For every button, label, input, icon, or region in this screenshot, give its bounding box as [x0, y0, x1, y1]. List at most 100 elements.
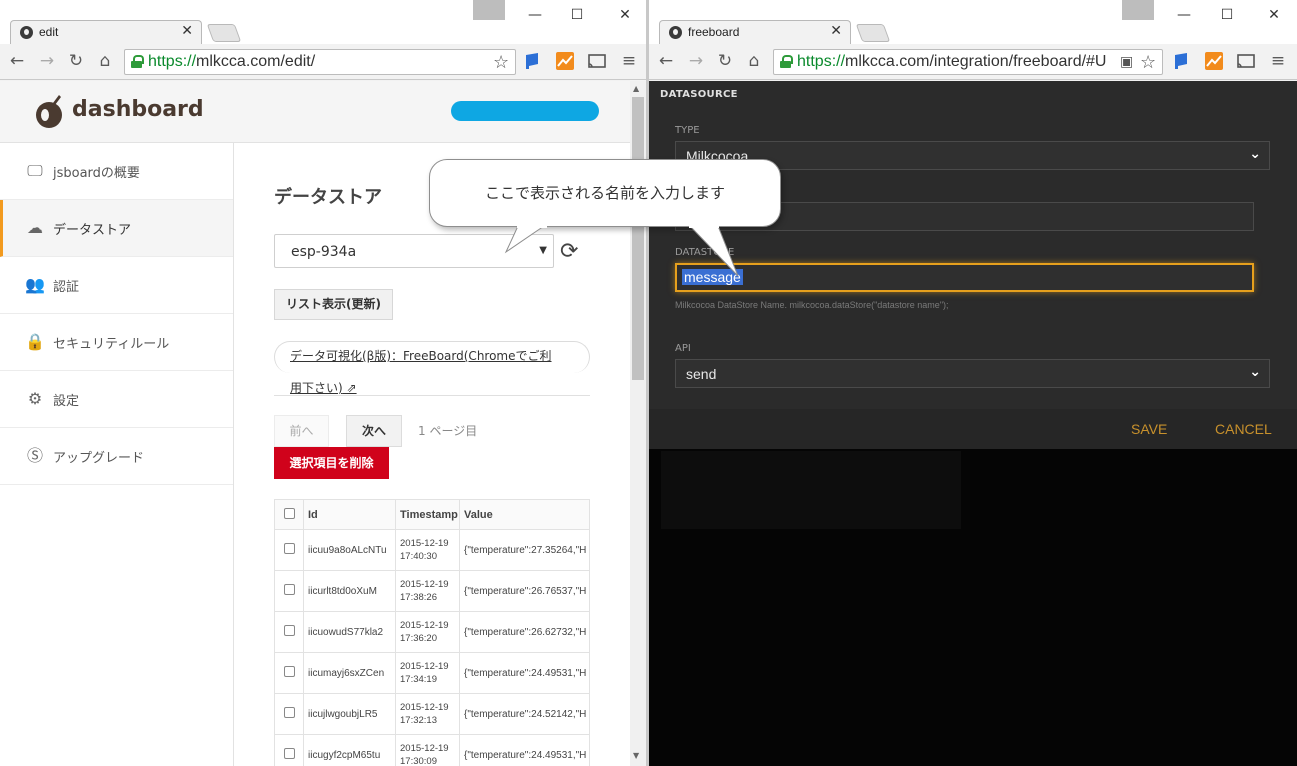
menu-icon[interactable]: ≡	[618, 50, 640, 72]
table-row[interactable]: iicugyf2cpM65tu 2015-12-19 17:30:09 {"tem…	[274, 734, 590, 766]
address-bar[interactable]: https://mlkcca.com/edit/ ☆	[124, 49, 516, 75]
new-tab-button[interactable]	[855, 24, 891, 42]
dialog-footer: SAVE CANCEL	[649, 409, 1297, 449]
next-page-button[interactable]: 次へ	[346, 415, 402, 447]
tab-edit[interactable]: edit ✕	[10, 20, 202, 44]
row-timestamp: 2015-12-19 17:36:20	[395, 611, 460, 653]
row-checkbox[interactable]	[283, 666, 295, 677]
row-value: {"temperature":26.76537,"H	[459, 570, 590, 612]
minimize-icon[interactable]: —	[520, 4, 550, 26]
close-window-icon[interactable]: ✕	[610, 4, 640, 26]
row-checkbox[interactable]	[283, 543, 295, 554]
freeboard-link-continued[interactable]: 用下さい) ⇗	[290, 379, 357, 396]
close-icon[interactable]: ✕	[830, 23, 842, 39]
home-icon[interactable]: ⌂	[94, 50, 116, 72]
row-value: {"temperature":24.49531,"H	[459, 734, 590, 766]
api-select-value: send	[686, 366, 717, 382]
right-browser-window: freeboard ✕ — ☐ ✕ ← → ↻ ⌂ https://mlkcca…	[649, 0, 1297, 766]
row-checkbox[interactable]	[283, 584, 295, 595]
menu-icon[interactable]: ≡	[1267, 50, 1289, 72]
sidebar-item-settings[interactable]: ⚙ 設定	[0, 371, 233, 428]
maximize-icon[interactable]: ☐	[562, 4, 592, 26]
scroll-up-icon[interactable]: ▲	[633, 84, 639, 93]
callout-text: ここで表示される名前を入力します	[484, 184, 725, 202]
extension-flag-icon[interactable]	[1172, 52, 1190, 70]
datastore-field[interactable]: message	[675, 263, 1254, 292]
tab-freeboard[interactable]: freeboard ✕	[659, 20, 851, 44]
widget-pane[interactable]	[661, 451, 961, 529]
new-tab-button[interactable]	[206, 24, 242, 42]
scroll-down-icon[interactable]: ▼	[633, 751, 639, 760]
table-row[interactable]: iicuowudS77kla2 2015-12-19 17:36:20 {"tem…	[274, 611, 590, 653]
back-arrow-icon[interactable]: ←	[655, 50, 677, 72]
window-grab-area[interactable]	[473, 0, 505, 20]
sidebar-item-overview[interactable]: 🖵 jsboardの概要	[0, 143, 233, 200]
extension-chart-icon[interactable]	[1205, 52, 1223, 70]
page-indicator: 1 ページ目	[418, 424, 478, 438]
chevron-down-icon: ⌄	[1249, 364, 1261, 380]
delete-selected-button[interactable]: 選択項目を削除	[274, 447, 389, 479]
url-text: https://mlkcca.com/edit/	[148, 53, 316, 70]
back-arrow-icon[interactable]: ←	[6, 50, 28, 72]
sidebar-item-auth[interactable]: 👥 認証	[0, 257, 233, 314]
close-icon[interactable]: ✕	[181, 23, 193, 39]
dialog-title: DATASOURCE	[660, 89, 738, 100]
api-label: API	[675, 343, 691, 354]
browser-toolbar: ← → ↻ ⌂ https://mlkcca.com/edit/ ☆ ≡	[0, 44, 646, 80]
lock-icon	[780, 55, 793, 68]
datastore-hint: Milkcocoa DataStore Name. milkcocoa.data…	[675, 300, 949, 310]
cancel-button[interactable]: CANCEL	[1215, 421, 1272, 437]
reload-icon[interactable]: ↻	[714, 50, 736, 72]
url-text: https://mlkcca.com/integration/freeboard…	[797, 53, 1107, 70]
cast-icon[interactable]	[588, 52, 606, 70]
extension-chart-icon[interactable]	[556, 52, 574, 70]
home-icon[interactable]: ⌂	[743, 50, 765, 72]
row-timestamp: 2015-12-19 17:38:26	[395, 570, 460, 612]
table-row[interactable]: iicuu9a8oALcNTu 2015-12-19 17:40:30 {"tem…	[274, 529, 590, 571]
extension-flag-icon[interactable]	[523, 52, 541, 70]
row-id: iicuowudS77kla2	[303, 611, 396, 653]
select-all-checkbox[interactable]	[283, 507, 295, 519]
user-account-pill[interactable]	[451, 101, 599, 121]
reload-icon[interactable]: ↻	[65, 50, 87, 72]
window-grab-area[interactable]	[1122, 0, 1154, 20]
close-window-icon[interactable]: ✕	[1259, 4, 1289, 26]
sidebar-item-datastore[interactable]: ☁ データストア	[0, 200, 233, 257]
row-id: iicujlwgoubjLR5	[303, 693, 396, 735]
lock-icon: 🔒	[25, 332, 45, 351]
row-timestamp: 2015-12-19 17:32:13	[395, 693, 460, 735]
row-id: iicurlt8td0oXuM	[303, 570, 396, 612]
table-row[interactable]: iicumayj6sxZCen 2015-12-19 17:34:19 {"tem…	[274, 652, 590, 694]
row-timestamp: 2015-12-19 17:34:19	[395, 652, 460, 694]
translate-icon[interactable]: ▣	[1120, 54, 1133, 70]
row-checkbox[interactable]	[283, 625, 295, 636]
dashboard-header: dashboard	[0, 81, 630, 143]
maximize-icon[interactable]: ☐	[1212, 4, 1242, 26]
prev-page-button[interactable]: 前へ	[274, 415, 329, 447]
lock-icon	[131, 55, 144, 68]
minimize-icon[interactable]: —	[1169, 4, 1199, 26]
sidebar-item-label: jsboardの概要	[53, 166, 140, 181]
forward-arrow-icon[interactable]: →	[36, 50, 58, 72]
milkcocoa-favicon-icon	[20, 26, 33, 39]
api-select[interactable]: send ⌄	[675, 359, 1270, 388]
left-browser-window: edit ✕ — ☐ ✕ ← → ↻ ⌂ https://mlkcca.com/…	[0, 0, 646, 766]
forward-arrow-icon[interactable]: →	[685, 50, 707, 72]
cast-icon[interactable]	[1237, 52, 1255, 70]
row-checkbox[interactable]	[283, 707, 295, 718]
dollar-icon: Ⓢ	[26, 446, 43, 465]
sidebar-item-label: データストア	[53, 223, 132, 238]
row-checkbox[interactable]	[283, 748, 295, 759]
sidebar-item-security[interactable]: 🔒 セキュリティルール	[0, 314, 233, 371]
bookmark-star-icon[interactable]: ☆	[493, 52, 509, 73]
sidebar-item-label: 認証	[53, 280, 80, 295]
sidebar-item-upgrade[interactable]: Ⓢ アップグレード	[0, 428, 233, 485]
list-refresh-button[interactable]: リスト表示(更新)	[274, 289, 393, 320]
save-button[interactable]: SAVE	[1131, 421, 1167, 437]
freeboard-link[interactable]: データ可視化(β版)：FreeBoard(Chromeでご利	[290, 341, 590, 372]
select-all-cell	[274, 499, 304, 530]
table-row[interactable]: iicujlwgoubjLR5 2015-12-19 17:32:13 {"tem…	[274, 693, 590, 735]
address-bar[interactable]: https://mlkcca.com/integration/freeboard…	[773, 49, 1163, 75]
bookmark-star-icon[interactable]: ☆	[1140, 52, 1156, 73]
table-row[interactable]: iicurlt8td0oXuM 2015-12-19 17:38:26 {"tem…	[274, 570, 590, 612]
